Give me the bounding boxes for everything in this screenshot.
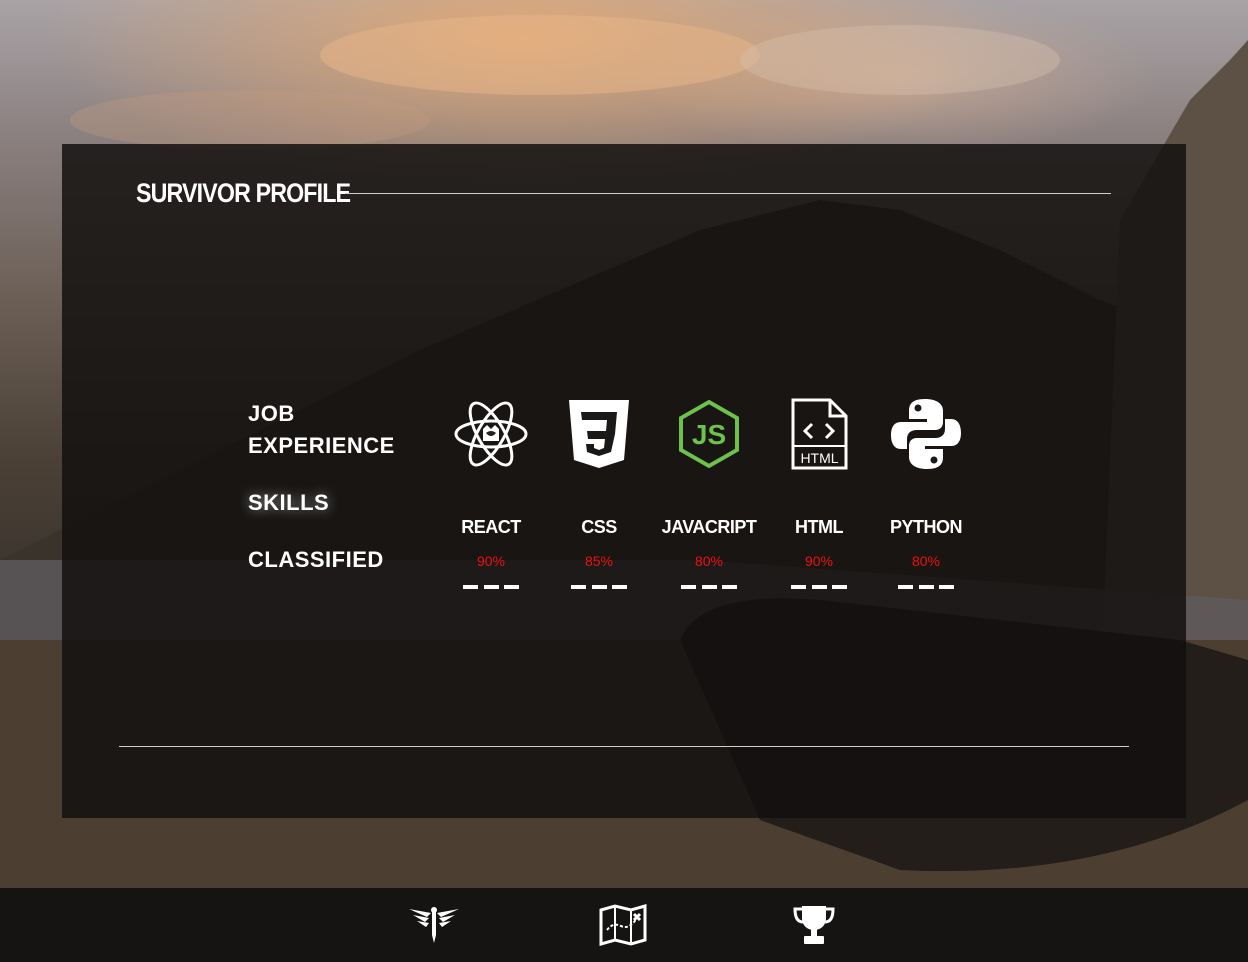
menu-job-line1: JOB bbox=[248, 401, 295, 426]
skill-name: JAVACRIPT bbox=[661, 517, 757, 537]
skill-percent: 90% bbox=[476, 553, 506, 569]
skill-percent: 85% bbox=[584, 553, 614, 569]
react-icon bbox=[436, 394, 546, 474]
skill-percent: 80% bbox=[911, 553, 941, 569]
panel-title: SURVIVOR PROFILE bbox=[136, 178, 351, 208]
bottom-divider bbox=[119, 746, 1129, 747]
footer-nav bbox=[0, 888, 1248, 962]
skill-css: CSS 85% bbox=[544, 394, 654, 589]
menu-item-job-experience[interactable]: JOB EXPERIENCE bbox=[248, 398, 408, 462]
skill-html: HTML HTML 90% bbox=[764, 394, 874, 589]
html-file-icon: HTML bbox=[764, 394, 874, 474]
skill-level-dashes bbox=[898, 585, 954, 589]
footer-button-trophies[interactable] bbox=[786, 902, 842, 948]
skill-level-dashes bbox=[681, 585, 737, 589]
svg-text:JS: JS bbox=[692, 419, 726, 450]
skill-name: PYTHON bbox=[889, 517, 963, 537]
title-divider bbox=[345, 193, 1111, 194]
map-icon bbox=[599, 904, 647, 946]
skill-level-dashes bbox=[571, 585, 627, 589]
skill-percent: 90% bbox=[804, 553, 834, 569]
firefly-emblem-icon bbox=[409, 907, 459, 943]
skill-level-dashes bbox=[463, 585, 519, 589]
nodejs-icon: JS bbox=[654, 394, 764, 474]
css3-icon bbox=[544, 394, 654, 474]
skill-level-dashes bbox=[791, 585, 847, 589]
skill-percent: 80% bbox=[694, 553, 724, 569]
skill-name: CSS bbox=[581, 517, 617, 537]
skill-react: REACT 90% bbox=[436, 394, 546, 589]
skill-javascript: JS JAVACRIPT 80% bbox=[654, 394, 764, 589]
trophy-icon bbox=[793, 906, 835, 944]
footer-button-profile[interactable] bbox=[406, 902, 462, 948]
menu-item-skills[interactable]: SKILLS bbox=[248, 487, 408, 519]
footer-button-map[interactable] bbox=[595, 902, 651, 948]
skill-python: PYTHON 80% bbox=[871, 394, 981, 589]
skill-name: HTML bbox=[795, 517, 843, 537]
skill-name: REACT bbox=[461, 517, 521, 537]
svg-text:HTML: HTML bbox=[800, 450, 838, 466]
survivor-profile-panel: SURVIVOR PROFILE JOB EXPERIENCE SKILLS C… bbox=[62, 144, 1186, 818]
python-icon bbox=[871, 394, 981, 474]
menu-item-classified[interactable]: CLASSIFIED bbox=[248, 544, 408, 576]
menu-job-line2: EXPERIENCE bbox=[248, 433, 395, 458]
